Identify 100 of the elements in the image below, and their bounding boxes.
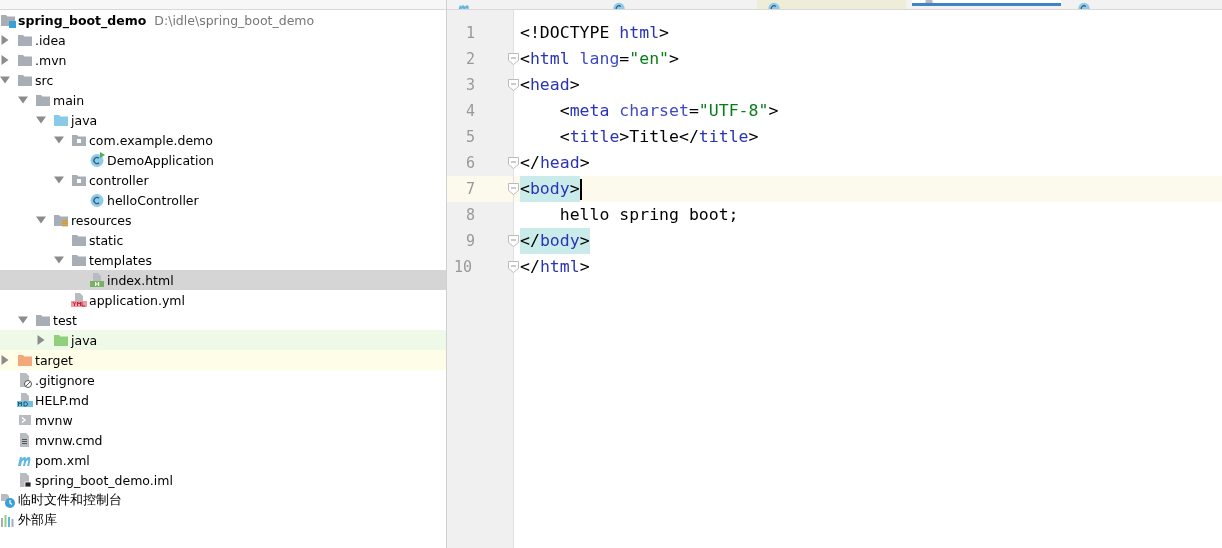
collapse-arrow-icon[interactable] (36, 215, 46, 225)
fold-marker-icon[interactable] (508, 235, 519, 247)
folder-icon (35, 92, 51, 108)
file-name: test (53, 312, 77, 328)
file-name: resources (71, 212, 132, 228)
file-name: main (53, 92, 85, 108)
tree-row[interactable]: HELP.md (0, 390, 446, 410)
code-line: <html lang="en"> (520, 48, 679, 70)
code-line: </html> (520, 256, 590, 278)
folder-icon (17, 52, 33, 68)
tree-row[interactable]: mvnw.cmd (0, 430, 446, 450)
tree-row[interactable]: controller (0, 170, 446, 190)
tree-row[interactable]: java (0, 330, 446, 350)
tree-row[interactable]: src (0, 70, 446, 90)
file-name: pom.xml (35, 452, 90, 468)
tree-row[interactable]: index.html (0, 270, 446, 290)
folder-icon (17, 352, 33, 368)
fold-marker-icon[interactable] (508, 261, 519, 273)
expand-arrow-icon[interactable] (36, 335, 46, 345)
tree-row[interactable]: mvnw (0, 410, 446, 430)
file-name: helloController (107, 192, 199, 208)
editor-tab[interactable] (912, 0, 1061, 6)
scratches-icon (0, 492, 16, 508)
file-name: static (89, 232, 124, 248)
folder-icon (71, 252, 87, 268)
line-number: 8 (464, 206, 475, 224)
file-name: java (71, 112, 98, 128)
file-name: index.html (107, 272, 174, 288)
tree-row[interactable]: spring_boot_demo.iml (0, 470, 446, 490)
expand-arrow-icon[interactable] (0, 355, 10, 365)
code-line: <body> (520, 176, 580, 202)
file-name: HELP.md (35, 392, 89, 408)
file-name: DemoApplication (107, 152, 214, 168)
class-icon (89, 192, 105, 208)
tree-row[interactable]: resources (0, 210, 446, 230)
tree-row[interactable]: java (0, 110, 446, 130)
tree-row[interactable]: application.yml (0, 290, 446, 310)
file-name: application.yml (89, 292, 185, 308)
fold-marker-icon[interactable] (508, 79, 519, 91)
tree-row[interactable]: helloController (0, 190, 446, 210)
tree-row[interactable]: com.example.demo (0, 130, 446, 150)
folder-icon (71, 232, 87, 248)
file-name: controller (89, 172, 149, 188)
code-line: </body> (520, 228, 590, 254)
line-number: 4 (464, 102, 475, 120)
file-name: target (35, 352, 73, 368)
tree-row[interactable]: test (0, 310, 446, 330)
expand-arrow-icon[interactable] (0, 35, 10, 45)
module-file-icon (17, 472, 33, 488)
file-name: templates (89, 252, 152, 268)
module-folder-icon (0, 12, 16, 28)
code-line: <title>Title</title> (558, 126, 759, 148)
tree-row[interactable]: 外部库 (0, 510, 446, 530)
line-number: 2 (464, 50, 475, 68)
code-line: <!DOCTYPE html> (520, 22, 670, 44)
tree-row[interactable]: spring_boot_demo D:\idle\spring_boot_demo (0, 10, 446, 30)
collapse-arrow-icon[interactable] (54, 135, 64, 145)
folder-icon (17, 72, 33, 88)
line-number: 6 (464, 154, 475, 172)
html-file-icon (89, 272, 105, 288)
tree-row[interactable]: .idea (0, 30, 446, 50)
expand-arrow-icon[interactable] (0, 55, 10, 65)
file-name: .mvn (35, 52, 67, 68)
tree-row[interactable]: target (0, 350, 446, 370)
collapse-arrow-icon[interactable] (18, 95, 28, 105)
package-icon (71, 132, 87, 148)
folder-icon (53, 332, 69, 348)
line-number: 7 (464, 180, 475, 198)
markdown-file-icon (17, 392, 33, 408)
file-name: mvnw.cmd (35, 432, 103, 448)
file-name: .gitignore (35, 372, 95, 388)
tree-row[interactable]: DemoApplication (0, 150, 446, 170)
code-line: </head> (520, 152, 590, 174)
collapse-arrow-icon[interactable] (36, 115, 46, 125)
file-name: java (71, 332, 98, 348)
folder-icon (35, 312, 51, 328)
fold-marker-icon[interactable] (508, 183, 519, 195)
tree-row[interactable]: .mvn (0, 50, 446, 70)
line-number: 10 (452, 258, 472, 276)
file-name: mvnw (35, 412, 73, 428)
code-line: <head> (520, 74, 580, 96)
folder-icon (53, 112, 69, 128)
line-number: 5 (464, 128, 475, 146)
project-name: spring_boot_demo (18, 12, 147, 28)
collapse-arrow-icon[interactable] (54, 175, 64, 185)
tree-row[interactable]: templates (0, 250, 446, 270)
collapse-arrow-icon[interactable] (54, 255, 64, 265)
collapse-arrow-icon[interactable] (0, 75, 10, 85)
tree-row[interactable]: 临时文件和控制台 (0, 490, 446, 510)
line-number: 1 (464, 24, 475, 42)
tree-row[interactable]: main (0, 90, 446, 110)
libraries-icon (0, 512, 16, 528)
tree-row[interactable]: pom.xml (0, 450, 446, 470)
tree-row[interactable]: static (0, 230, 446, 250)
terminal-file-icon (17, 412, 33, 428)
fold-marker-icon[interactable] (508, 157, 519, 169)
tree-row[interactable]: .gitignore (0, 370, 446, 390)
collapse-arrow-icon[interactable] (18, 315, 28, 325)
fold-marker-icon[interactable] (508, 53, 519, 65)
code-line: <meta charset="UTF-8"> (558, 100, 779, 122)
